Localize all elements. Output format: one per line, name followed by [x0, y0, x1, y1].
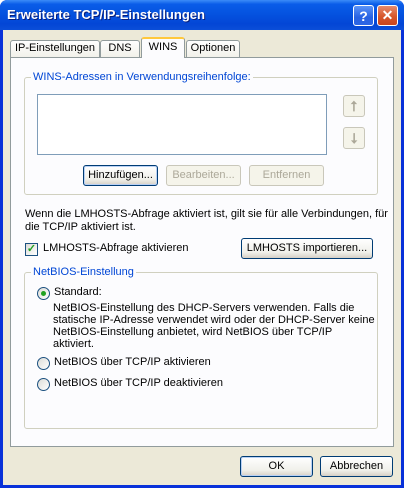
netbios-standard-desc-line4: aktiviert. — [53, 338, 94, 350]
title-bar[interactable]: Erweiterte TCP/IP-Einstellungen ? ✕ — [0, 0, 404, 30]
move-up-button[interactable]: ⭡ — [343, 95, 365, 117]
netbios-enable-label[interactable]: NetBIOS über TCP/IP aktivieren — [54, 356, 211, 368]
netbios-group-label: NetBIOS-Einstellung — [31, 266, 136, 278]
tab-label: WINS — [148, 41, 178, 53]
close-icon: ✕ — [381, 7, 394, 23]
lmhosts-info-line1: Wenn die LMHOSTS-Abfrage aktiviert ist, … — [25, 208, 388, 220]
tab-dns[interactable]: DNS — [100, 40, 140, 57]
netbios-group: NetBIOS-Einstellung Standard: NetBIOS-Ei… — [24, 266, 378, 429]
move-down-button[interactable]: ⭣ — [343, 127, 365, 149]
wins-group-label: WINS-Adressen in Verwendungsreihenfolge: — [31, 71, 253, 83]
lmhosts-checkbox[interactable]: ✓ — [25, 243, 38, 256]
lmhosts-checkbox-label[interactable]: LMHOSTS-Abfrage aktivieren — [43, 242, 189, 254]
netbios-standard-desc-line1: NetBIOS-Einstellung des DHCP-Servers ver… — [53, 302, 355, 314]
netbios-standard-label[interactable]: Standard: — [54, 286, 102, 298]
window-title: Erweiterte TCP/IP-Einstellungen — [7, 7, 205, 22]
cancel-button[interactable]: Abbrechen — [320, 456, 393, 477]
arrow-down-icon: ⭣ — [350, 129, 358, 146]
edit-button[interactable]: Bearbeiten... — [166, 165, 241, 186]
lmhosts-import-button[interactable]: LMHOSTS importieren... — [241, 238, 373, 259]
tab-optionen[interactable]: Optionen — [186, 40, 240, 57]
tab-label: DNS — [108, 42, 132, 54]
help-button[interactable]: ? — [353, 5, 374, 26]
netbios-enable-radio[interactable] — [37, 357, 50, 370]
ok-button[interactable]: OK — [240, 456, 313, 477]
tab-label: IP-Einstellungen — [14, 42, 96, 54]
netbios-standard-desc-line2: statische IP-Adresse verwendet wird oder… — [53, 314, 375, 326]
netbios-disable-radio[interactable] — [37, 378, 50, 391]
netbios-standard-radio[interactable] — [37, 287, 50, 300]
netbios-disable-label[interactable]: NetBIOS über TCP/IP deaktivieren — [54, 377, 223, 389]
dialog-client-area: IP-Einstellungen DNS WINS Optionen WINS-… — [3, 30, 401, 485]
wins-tab-panel: WINS-Adressen in Verwendungsreihenfolge:… — [10, 57, 394, 447]
netbios-standard-desc-line3: NetBIOS-Einstellung anbietet, wird NetBI… — [53, 326, 333, 338]
tab-wins[interactable]: WINS — [141, 37, 185, 58]
wins-address-group: WINS-Adressen in Verwendungsreihenfolge:… — [24, 71, 378, 195]
lmhosts-info-line2: die TCP/IP aktiviert ist. — [25, 221, 136, 233]
tab-ip-einstellungen[interactable]: IP-Einstellungen — [10, 40, 100, 57]
wins-address-list[interactable] — [37, 94, 327, 155]
close-button[interactable]: ✕ — [377, 5, 398, 26]
tab-label: Optionen — [190, 42, 236, 54]
help-icon: ? — [359, 7, 368, 24]
remove-button[interactable]: Entfernen — [249, 165, 324, 186]
dialog-window: Erweiterte TCP/IP-Einstellungen ? ✕ IP-E… — [0, 0, 404, 488]
arrow-up-icon: ⭡ — [350, 97, 358, 114]
add-button[interactable]: Hinzufügen... — [83, 165, 158, 186]
checkmark-icon: ✓ — [26, 243, 37, 255]
